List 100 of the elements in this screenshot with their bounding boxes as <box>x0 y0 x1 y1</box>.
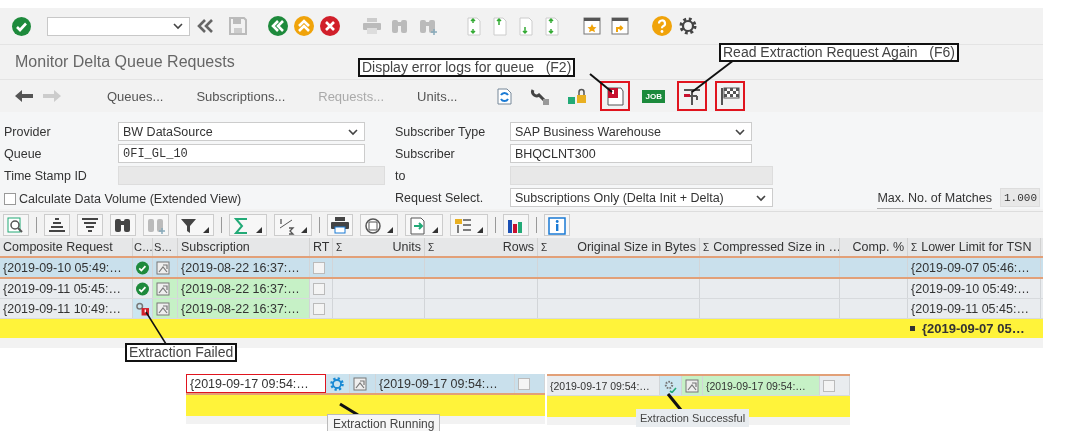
column-header[interactable]: S… <box>154 241 173 253</box>
subtotal-button[interactable] <box>274 214 312 236</box>
field-label: Time Stamp ID <box>4 168 88 185</box>
table-row[interactable]: {2019-09-17 09:54:… {2019-09-17 09:54:… <box>186 374 545 395</box>
table-row[interactable]: {2019-09-10 05:49:… {2019-08-22 16:37:… {2019-09-07 05:46:… <box>0 258 1043 279</box>
column-header[interactable]: Composite Request <box>3 240 113 254</box>
table-cell: {2019-08-22 16:37:… <box>178 279 310 298</box>
table-row[interactable]: {2019-09-11 10:49:… {2019-08-22 16:37:… {2019-09-11 05:45:… <box>0 299 1043 319</box>
table-cell: {2019-09-17 09:54:… <box>376 374 515 393</box>
tooltip: Extraction Running <box>327 414 441 431</box>
column-header[interactable]: Rows <box>502 240 534 254</box>
checkbox[interactable] <box>313 261 325 274</box>
readonly-field[interactable]: 1.000 <box>1000 188 1040 207</box>
back-arrow-icon[interactable] <box>14 89 34 103</box>
leader-line <box>145 311 167 345</box>
sort-descending-button[interactable] <box>77 214 103 236</box>
column-header[interactable]: Lower Limit for TSN <box>921 240 1032 254</box>
sum-symbol: Σ <box>428 241 435 253</box>
table-cell: {2019-09-07 05:46:… <box>908 258 1041 277</box>
column-header[interactable]: C… <box>134 241 152 253</box>
subscription-icon <box>156 281 170 296</box>
subscription-icon <box>353 376 367 391</box>
dropdown-caret-icon[interactable] <box>756 193 766 202</box>
menu-button[interactable]: Subscriptions... <box>196 88 286 104</box>
subscription-icon <box>685 378 699 393</box>
checkbox[interactable] <box>313 282 325 295</box>
sort-ascending-button[interactable] <box>44 214 70 236</box>
job-icon: JOB <box>642 89 665 103</box>
subscription-icon <box>156 301 170 316</box>
table-cell: {2019-09-11 05:45:… <box>908 299 1041 318</box>
checkbox[interactable] <box>313 302 325 315</box>
view-button[interactable] <box>360 214 398 236</box>
chart-button[interactable] <box>503 214 529 236</box>
gear-check-icon <box>663 378 677 393</box>
table-cell: {2019-09-17 09:54:… <box>703 376 820 395</box>
input-field[interactable]: 0FI_GL_10 <box>118 144 365 163</box>
dropdown-triangle-icon <box>477 227 483 233</box>
dropdown-field[interactable]: SAP Business Warehouse <box>510 122 752 141</box>
table-row[interactable]: {2019-09-11 05:45:… {2019-08-22 16:37:… {2019-09-10 05:49:… <box>0 279 1043 299</box>
callout-label: Read Extraction Request Again (F6) <box>719 43 959 62</box>
field-label: Subscriber Type <box>395 124 487 141</box>
leader-line <box>666 393 683 411</box>
column-header[interactable]: Comp. % <box>852 240 904 254</box>
field-label: to <box>395 168 407 185</box>
checkbox[interactable] <box>518 377 530 390</box>
error-icon <box>136 301 149 316</box>
print-button[interactable] <box>327 214 353 236</box>
dropdown-caret-icon[interactable] <box>173 22 183 30</box>
total-marker-icon <box>910 325 916 332</box>
refresh-icon[interactable] <box>494 86 515 106</box>
subscription-icon <box>156 260 170 275</box>
dropdown-field[interactable]: BW DataSource <box>118 122 365 141</box>
dropdown-caret-icon[interactable] <box>735 127 745 136</box>
checkbox[interactable] <box>4 192 16 205</box>
new-session-icon[interactable] <box>582 16 602 36</box>
checkbox[interactable] <box>823 379 835 392</box>
back-icon[interactable] <box>268 16 288 36</box>
dropdown-triangle-icon <box>256 227 262 233</box>
input-field[interactable]: BHQCLNT300 <box>510 144 752 163</box>
find-button[interactable] <box>110 214 136 236</box>
column-header[interactable]: Units <box>392 240 421 254</box>
running-gear-icon <box>329 375 345 392</box>
column-header[interactable]: Compressed Size in … <box>713 240 839 254</box>
column-header[interactable]: Subscription <box>181 240 250 254</box>
screen-title: Monitor Delta Queue Requests <box>15 53 235 71</box>
field-label: Provider <box>4 124 52 141</box>
info-button[interactable] <box>544 214 570 236</box>
success-icon <box>136 280 149 297</box>
settings-icon[interactable] <box>678 16 698 36</box>
readonly-field[interactable] <box>118 166 385 185</box>
menu-button[interactable]: Units... <box>417 88 458 104</box>
field-label: Request Select. <box>395 190 485 207</box>
command-field[interactable] <box>47 16 190 36</box>
column-header[interactable]: Original Size in Bytes <box>577 240 696 254</box>
menu-button[interactable]: Queues... <box>107 88 164 104</box>
total-value: {2019-09-07 05… <box>922 321 1025 336</box>
table-cell: {2019-09-10 05:49:… <box>908 279 1041 298</box>
leader-line <box>339 402 359 417</box>
sum-symbol: Σ <box>336 241 343 253</box>
layout-button[interactable] <box>450 214 488 236</box>
dropdown-caret-icon[interactable] <box>348 127 358 136</box>
dropdown-field[interactable]: Subscriptions Only (Delta Init + Delta) <box>510 188 773 207</box>
column-header[interactable]: RT <box>313 240 330 254</box>
view-icon <box>363 215 383 235</box>
export-button[interactable] <box>405 214 443 236</box>
cancel-icon[interactable] <box>320 16 340 36</box>
checkbox-label: Calculate Data Volume (Extended View) <box>19 190 242 208</box>
sum-button[interactable] <box>229 214 267 236</box>
toolbar-button[interactable]: JOB <box>638 81 669 111</box>
dropdown-triangle-icon <box>203 227 209 233</box>
ok-icon[interactable] <box>12 16 31 36</box>
sort-ascending-icon <box>47 215 67 235</box>
success-icon <box>136 259 149 276</box>
table-row[interactable]: {2019-09-17 09:54:… {2019-09-17 09:54:… <box>547 376 850 396</box>
details-button[interactable] <box>3 214 29 236</box>
double-chevron-icon[interactable] <box>196 18 214 34</box>
shortcut-icon[interactable] <box>610 16 630 36</box>
filter-button[interactable] <box>176 214 214 236</box>
readonly-field[interactable] <box>510 166 773 185</box>
callout-label: Extraction Failed <box>125 343 238 362</box>
